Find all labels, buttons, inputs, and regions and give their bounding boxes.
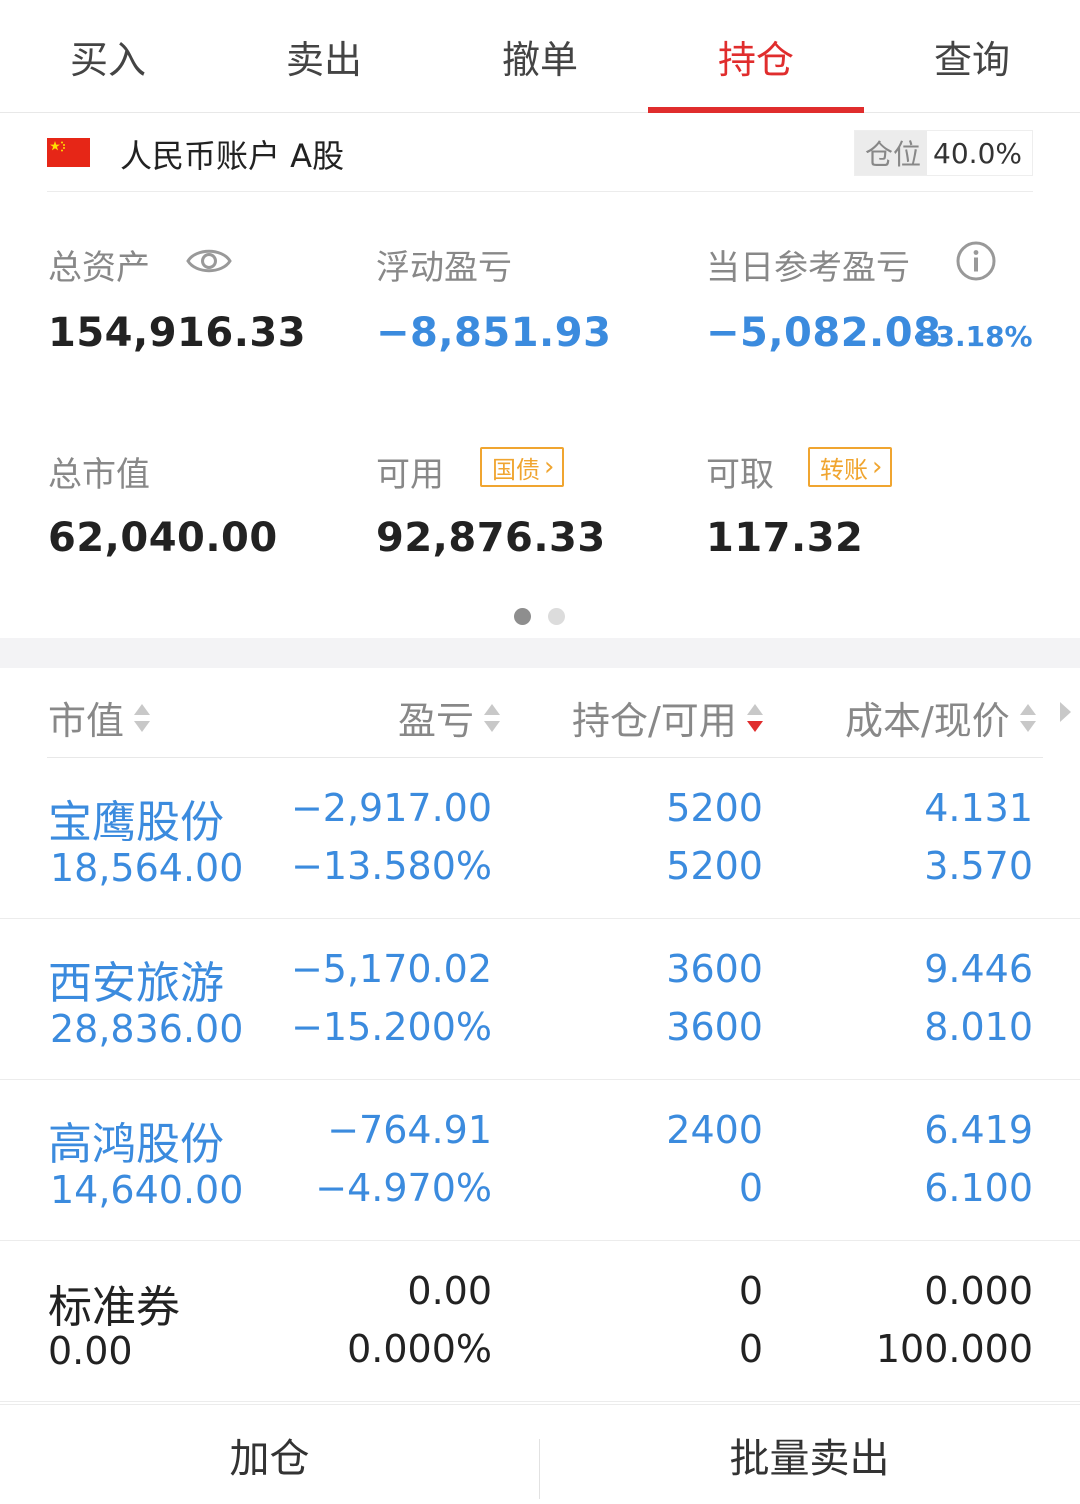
stock-market-value: 0.00 [48,1329,133,1373]
tab-positions[interactable]: 持仓 [648,0,864,113]
stock-profit-loss-pct: −4.970% [315,1166,492,1210]
bottom-action-bar: 加仓 批量卖出 [0,1404,1080,1504]
stock-position: 2400 [666,1108,763,1152]
transfer-button[interactable]: 转账 › [808,447,893,487]
sort-icon [134,703,151,733]
position-ratio-value: 40.0% [927,131,1032,175]
stock-cost: 9.446 [924,947,1033,991]
batch-sell-button[interactable]: 批量卖出 [540,1405,1079,1504]
scroll-right-icon[interactable] [1060,702,1071,722]
daily-pl-label: 当日参考盈亏 [706,248,910,288]
header-profit-loss[interactable]: 盈亏 [398,690,501,745]
page-dot[interactable] [548,608,565,625]
treasury-bond-button[interactable]: 国债 › [480,447,565,487]
china-flag-icon [47,138,90,167]
sort-icon [484,703,501,733]
stock-price: 100.000 [875,1327,1033,1371]
page-dot-active[interactable] [514,608,531,625]
market-value-value: 62,040.00 [48,515,278,561]
stock-cost: 4.131 [924,786,1033,830]
stock-name: 西安旅游 [48,958,224,1009]
stock-market-value: 18,564.00 [50,846,244,890]
treasury-bond-label: 国债 [492,455,540,484]
daily-pl-value: −5,082.08 [706,310,942,356]
tab-buy[interactable]: 买入 [0,0,216,113]
tab-query[interactable]: 查询 [864,0,1080,113]
stock-profit-loss: −2,917.00 [290,786,492,830]
header-position-available-label: 持仓/可用 [572,699,737,743]
section-divider [0,638,1080,668]
stock-available: 0 [738,1327,763,1371]
stock-price: 3.570 [924,844,1033,888]
table-row[interactable]: 宝鹰股份 18,564.00 −2,917.00 −13.580% 5200 5… [0,758,1080,919]
withdrawable-label: 可取 [706,455,774,495]
table-row[interactable]: 高鸿股份 14,640.00 −764.91 −4.970% 2400 0 6.… [0,1080,1080,1241]
stock-price: 8.010 [924,1005,1033,1049]
header-cost-price[interactable]: 成本/现价 [845,690,1036,745]
stock-position: 3600 [666,947,763,991]
daily-pl-percent: −3.18% [912,320,1033,353]
header-market-value-label: 市值 [48,699,125,743]
stock-profit-loss: 0.00 [407,1269,492,1313]
stock-available: 3600 [666,1005,763,1049]
stock-market-value: 28,836.00 [50,1007,244,1051]
floating-pl-label: 浮动盈亏 [376,248,512,288]
available-value: 92,876.33 [376,515,606,561]
add-position-button[interactable]: 加仓 [0,1405,539,1504]
top-tab-bar: 买入 卖出 撤单 持仓 查询 [0,0,1080,113]
tab-sell[interactable]: 卖出 [216,0,432,113]
chevron-right-icon: › [544,452,555,482]
tab-cancel-order[interactable]: 撤单 [432,0,648,113]
table-row[interactable]: 西安旅游 28,836.00 −5,170.02 −15.200% 3600 3… [0,919,1080,1080]
market-value-label: 总市值 [48,455,150,495]
sort-desc-icon [746,703,763,733]
stock-profit-loss: −5,170.02 [290,947,492,991]
table-row[interactable]: 标准券 0.00 0.00 0.000% 0 0 0.000 100.000 [0,1241,1080,1402]
stock-market-value: 14,640.00 [50,1168,244,1212]
stock-profit-loss: −764.91 [327,1108,492,1152]
total-assets-label: 总资产 [48,248,150,288]
stock-cost: 6.419 [924,1108,1033,1152]
stock-price: 6.100 [924,1166,1033,1210]
info-icon[interactable] [955,240,997,286]
stock-profit-loss-pct: −13.580% [291,844,492,888]
account-name: 人民币账户 A股 [120,137,345,175]
account-bar: 人民币账户 A股 仓位 40.0% [47,114,1033,192]
page-indicator [0,608,1080,626]
header-profit-loss-label: 盈亏 [398,699,475,743]
transfer-label: 转账 [820,455,868,484]
stock-profit-loss-pct: 0.000% [347,1327,492,1371]
withdrawable-value: 117.32 [706,515,864,561]
sort-icon [1019,703,1036,733]
floating-pl-value: −8,851.93 [376,310,612,356]
available-label: 可用 [376,455,444,495]
stock-available: 0 [738,1166,763,1210]
header-market-value[interactable]: 市值 [48,690,151,745]
stock-cost: 0.000 [924,1269,1033,1313]
chevron-right-icon: › [872,452,883,482]
stock-name: 标准券 [48,1282,180,1333]
header-cost-price-label: 成本/现价 [845,699,1010,743]
eye-icon[interactable] [186,244,232,282]
stock-profit-loss-pct: −15.200% [291,1005,492,1049]
stock-available: 5200 [666,844,763,888]
stock-position: 5200 [666,786,763,830]
stock-position: 0 [738,1269,763,1313]
position-ratio-badge: 仓位 40.0% [854,130,1033,176]
position-ratio-label: 仓位 [855,131,928,175]
total-assets-value: 154,916.33 [48,310,307,356]
stock-name: 宝鹰股份 [48,797,224,848]
stock-name: 高鸿股份 [48,1119,224,1170]
header-position-available[interactable]: 持仓/可用 [572,690,763,745]
